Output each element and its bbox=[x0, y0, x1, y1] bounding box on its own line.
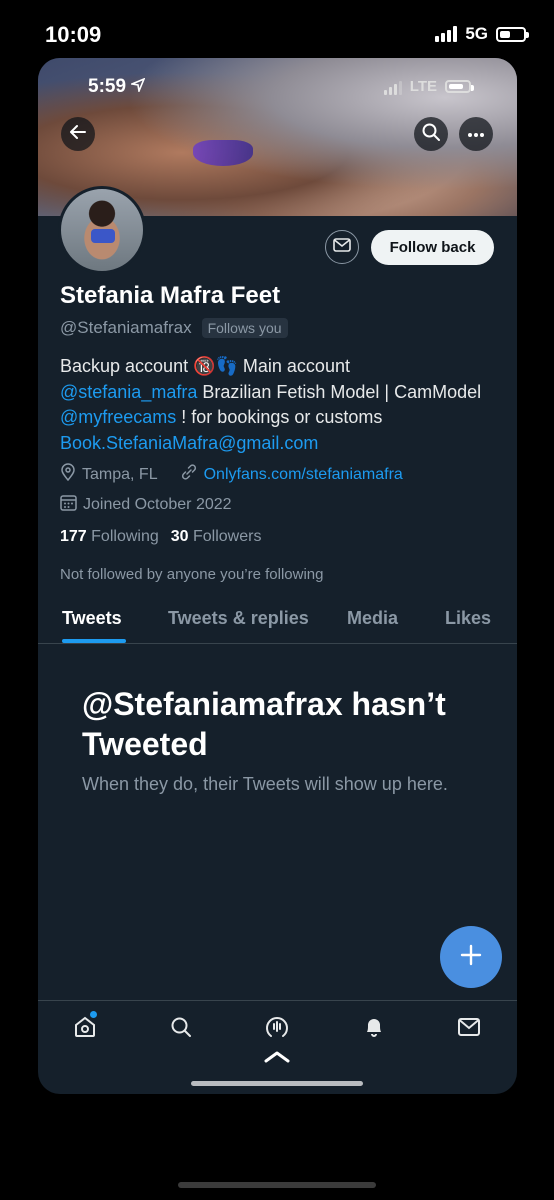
search-button[interactable] bbox=[414, 117, 448, 151]
calendar-icon bbox=[60, 494, 77, 516]
battery-icon bbox=[496, 26, 529, 42]
search-icon bbox=[421, 122, 441, 147]
tab-tweets[interactable]: Tweets bbox=[62, 608, 122, 629]
nav-messages[interactable] bbox=[455, 1015, 483, 1043]
expand-chevron-icon[interactable] bbox=[263, 1049, 291, 1068]
profile-bio: Backup account 🔞👣 Main account @stefania… bbox=[60, 356, 482, 453]
outer-home-indicator[interactable] bbox=[178, 1182, 376, 1188]
followers-stat[interactable]: 30 Followers bbox=[171, 528, 262, 546]
empty-state-title: @Stefaniamafrax hasn’t Tweeted bbox=[82, 686, 446, 762]
message-button[interactable] bbox=[325, 230, 359, 264]
mention-link[interactable]: @stefania_mafra bbox=[60, 382, 197, 402]
following-stat[interactable]: 177 Following bbox=[60, 528, 159, 546]
search-icon bbox=[169, 1015, 193, 1044]
nav-spaces[interactable] bbox=[263, 1015, 291, 1043]
email-link[interactable]: Book.StefaniaMafra@gmail.com bbox=[60, 433, 318, 453]
signal-icon bbox=[435, 26, 458, 42]
tab-likes[interactable]: Likes bbox=[445, 608, 491, 629]
not-followed-note: Not followed by anyone you’re following bbox=[60, 566, 324, 583]
location-pin-icon bbox=[60, 463, 76, 486]
profile-tabs: Tweets Tweets & replies Media Likes bbox=[38, 598, 517, 644]
inner-signal-icon bbox=[383, 79, 402, 95]
back-button[interactable] bbox=[61, 117, 95, 151]
inner-status-bar: 5:59 LTE bbox=[38, 72, 517, 102]
nav-search[interactable] bbox=[167, 1015, 195, 1043]
profile-stats: 177 Following 30 Followers bbox=[60, 528, 261, 546]
more-button[interactable] bbox=[459, 117, 493, 151]
profile-meta: Tampa, FL Onlyfans.com/stefaniamafra bbox=[60, 463, 403, 486]
notification-dot bbox=[90, 1011, 97, 1018]
back-arrow-icon bbox=[68, 122, 88, 147]
link-icon bbox=[180, 463, 198, 486]
inner-network-label: LTE bbox=[409, 78, 437, 95]
tab-media[interactable]: Media bbox=[347, 608, 398, 629]
inner-battery-icon bbox=[445, 80, 474, 93]
tab-tweets-replies[interactable]: Tweets & replies bbox=[168, 608, 309, 629]
compose-tweet-button[interactable] bbox=[440, 926, 502, 988]
mail-icon bbox=[457, 1017, 481, 1042]
profile-avatar[interactable] bbox=[58, 186, 146, 274]
profile-website-link[interactable]: Onlyfans.com/stefaniamafra bbox=[204, 466, 403, 484]
outer-status-time: 10:09 bbox=[45, 22, 102, 47]
inner-home-indicator[interactable] bbox=[191, 1081, 363, 1086]
home-icon bbox=[73, 1015, 97, 1044]
inner-status-time: 5:59 bbox=[88, 76, 127, 97]
outer-network-label: 5G bbox=[465, 24, 488, 43]
profile-location: Tampa, FL bbox=[82, 465, 158, 483]
plus-icon bbox=[459, 943, 483, 972]
bell-icon bbox=[362, 1015, 386, 1044]
follow-back-button[interactable]: Follow back bbox=[371, 230, 494, 265]
bottom-navigation bbox=[38, 1000, 517, 1094]
spaces-icon bbox=[264, 1014, 290, 1045]
active-tab-indicator bbox=[62, 639, 126, 643]
location-arrow-icon bbox=[129, 76, 146, 97]
follows-you-badge: Follows you bbox=[201, 318, 288, 338]
twitter-profile-screen: 5:59 LTE Follow back Stefania Mafra Feet… bbox=[38, 58, 517, 1094]
empty-state-subtitle: When they do, their Tweets will show up … bbox=[82, 774, 448, 794]
nav-home[interactable] bbox=[71, 1015, 99, 1043]
more-icon bbox=[466, 125, 486, 143]
mention-link[interactable]: @myfreecams bbox=[60, 407, 176, 427]
profile-joined-date: Joined October 2022 bbox=[83, 496, 232, 513]
profile-handle: @Stefaniamafrax bbox=[60, 318, 192, 337]
nav-notifications[interactable] bbox=[360, 1015, 388, 1043]
mail-icon bbox=[333, 237, 351, 257]
profile-display-name: Stefania Mafra Feet bbox=[60, 282, 281, 309]
